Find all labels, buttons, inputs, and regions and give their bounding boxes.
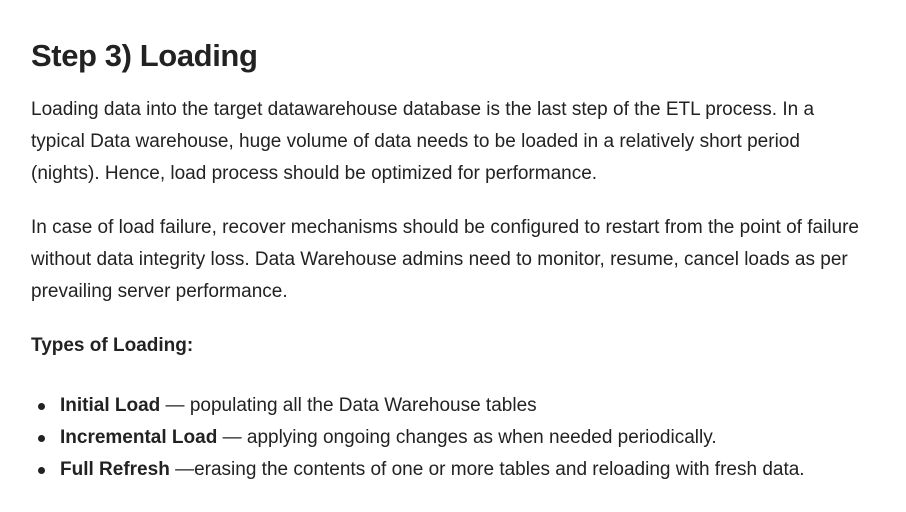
failure-paragraph: In case of load failure, recover mechani…: [31, 217, 859, 302]
list-item-description: — applying ongoing changes as when neede…: [217, 427, 717, 448]
list-item-description: —erasing the contents of one or more tab…: [169, 459, 805, 480]
list-item-incremental-load: Incremental Load — applying ongoing chan…: [31, 422, 866, 454]
bullet-icon: [38, 467, 45, 474]
list-item-description: — populating all the Data Warehouse tabl…: [160, 395, 537, 416]
list-item-initial-load: Initial Load — populating all the Data W…: [31, 390, 866, 422]
bullet-icon: [38, 403, 45, 410]
article-section: Step 3) Loading Loading data into the ta…: [0, 0, 906, 512]
types-label: Types of Loading:: [31, 335, 194, 356]
list-item-term: Full Refresh: [60, 459, 170, 480]
loading-types-list: Initial Load — populating all the Data W…: [31, 390, 866, 486]
list-item-term: Incremental Load: [60, 427, 218, 448]
list-item-term: Initial Load: [60, 395, 161, 416]
bullet-icon: [38, 435, 45, 442]
intro-paragraph: Loading data into the target datawarehou…: [31, 99, 815, 184]
section-heading: Step 3) Loading: [31, 38, 258, 73]
list-item-full-refresh: Full Refresh —erasing the contents of on…: [31, 454, 866, 486]
